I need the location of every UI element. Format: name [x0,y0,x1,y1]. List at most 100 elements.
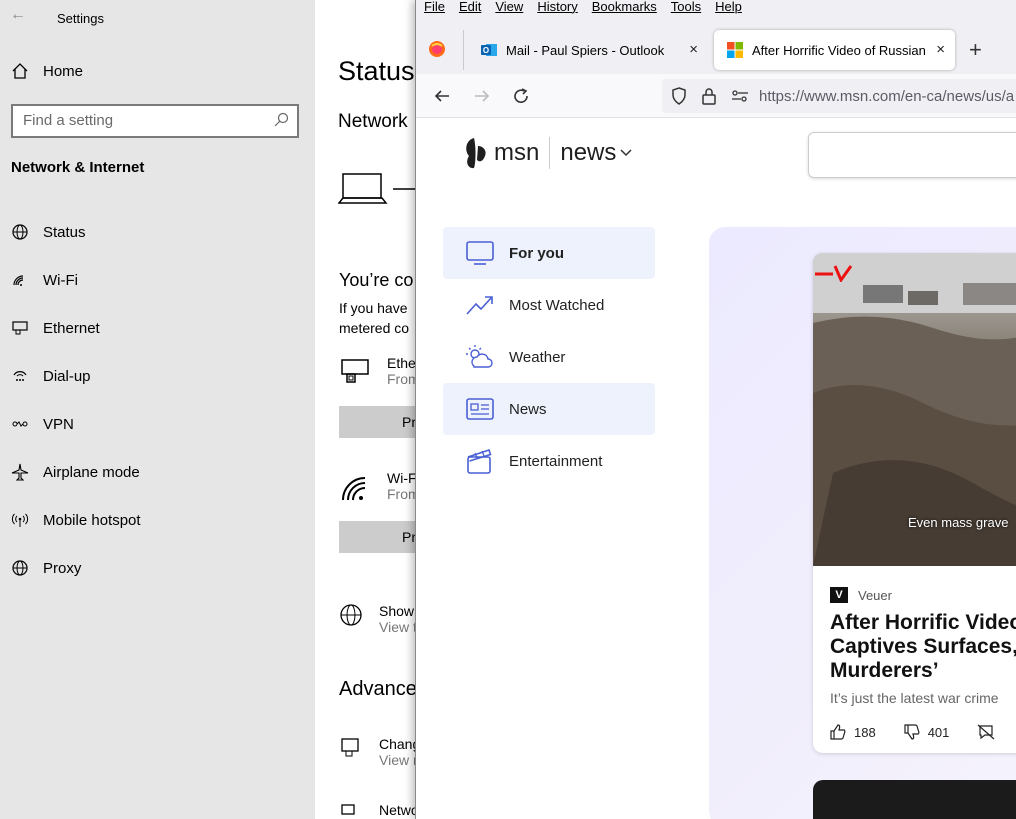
tab-msn-article[interactable]: After Horrific Video of Russian × [714,30,955,70]
home-nav-item[interactable]: Home [11,62,83,80]
monitor-icon [466,241,494,265]
network-sharing-link[interactable]: Netwo [339,802,419,819]
outlook-icon: O [481,44,497,56]
feed-nav-label: Most Watched [509,296,605,314]
network-icon [341,804,355,815]
menu-history[interactable]: History [537,0,577,14]
globe-icon [12,560,28,576]
metered-line2: metered co [339,320,410,336]
metered-line1: If you have [339,300,408,316]
nav-proxy[interactable]: Proxy [11,544,311,592]
title-line: After Horrific Video [830,611,1016,634]
feed-nav-entertainment[interactable]: Entertainment [443,435,655,487]
feed-nav-most-watched[interactable]: Most Watched [443,279,655,331]
nav-dialup[interactable]: Dial-up [11,352,311,400]
back-arrow-icon[interactable]: ← [10,6,26,24]
close-tab-icon[interactable]: × [936,41,945,58]
change-adapter-link[interactable]: Chang View n [339,736,421,768]
connected-heading: You’re co [339,270,414,290]
find-setting-input[interactable]: Find a setting [11,104,299,138]
menu-edit[interactable]: Edit [459,0,481,14]
back-icon[interactable] [433,87,451,105]
nav-hotspot[interactable]: Mobile hotspot [11,496,311,544]
nav-label: Dial-up [43,367,91,385]
menu-bookmarks[interactable]: Bookmarks [592,0,657,14]
new-tab-button[interactable]: + [969,37,982,63]
veuer-watermark-icon [815,265,853,282]
home-icon [12,63,28,79]
section-name[interactable]: news [560,139,616,167]
article-title[interactable]: After Horrific Video Captives Surfaces, … [830,611,1016,683]
menu-tools[interactable]: Tools [671,0,701,14]
menu-help[interactable]: Help [715,0,742,14]
nav-wifi[interactable]: Wi-Fi [11,256,311,304]
ethernet-connection: Ethe From [339,355,420,387]
tab-strip: O Mail - Paul Spiers - Outlook × After H… [416,14,1016,74]
feed-nav-for-you[interactable]: For you [443,227,655,279]
search-icon[interactable] [273,112,289,128]
lock-icon[interactable] [701,87,717,105]
thumbs-up-icon[interactable] [830,724,846,740]
forward-icon[interactable] [473,87,491,105]
msn-page: msn news For you Most Watched Weather Ne… [416,118,1016,819]
navigation-toolbar: https://www.msn.com/en-ca/news/us/a [416,74,1016,118]
permissions-icon[interactable] [731,89,749,103]
news-card[interactable]: Even mass grave V Veuer After Horrific V… [813,253,1016,753]
nav-label: Proxy [43,559,82,577]
feed-nav: For you Most Watched Weather News Entert… [443,227,655,487]
newspaper-icon [466,398,494,420]
article-description: It’s just the latest war crime [830,690,999,706]
chevron-down-icon[interactable] [620,149,632,157]
feed-nav-label: Entertainment [509,452,603,470]
nav-label: VPN [43,415,74,433]
url-bar[interactable]: https://www.msn.com/en-ca/news/us/a [662,79,1016,113]
image-caption: Even mass grave [908,515,1009,530]
laptop-icon [337,173,418,204]
firefox-view-icon[interactable] [428,40,446,58]
vpn-icon [12,421,28,427]
nav-vpn[interactable]: VPN [11,400,311,448]
weather-icon [466,345,493,368]
title-line: Murderers’ [830,659,939,682]
shield-icon[interactable] [671,87,687,105]
home-label: Home [43,62,84,80]
menu-file[interactable]: File [424,0,445,14]
trending-icon [466,296,493,315]
like-count: 188 [854,724,876,740]
nav-label: Wi-Fi [43,271,78,289]
settings-sidebar: ← Settings Home Find a setting Network &… [0,0,315,819]
reload-icon[interactable] [512,87,530,105]
source-name: Veuer [858,587,892,603]
comment-off-icon[interactable] [977,724,995,740]
settings-window-title: Settings [57,11,104,26]
nav-label: Airplane mode [43,463,140,481]
article-image[interactable]: Even mass grave [813,253,1016,566]
search-input[interactable] [808,132,1016,178]
firefox-window: File Edit View History Bookmarks Tools H… [415,0,1016,819]
nav-airplane[interactable]: Airplane mode [11,448,311,496]
show-title: Show [379,603,415,619]
tab-title: Mail - Paul Spiers - Outlook [506,42,665,58]
feed-nav-news[interactable]: News [443,383,655,435]
network-title: Netwo [379,802,419,818]
url-text[interactable]: https://www.msn.com/en-ca/news/us/a [759,88,1014,105]
nav-status[interactable]: Status [11,208,311,256]
nav-ethernet[interactable]: Ethernet [11,304,311,352]
title-line: Captives Surfaces, Z [830,635,1016,658]
show-sub: View t [379,619,417,635]
menu-view[interactable]: View [495,0,523,14]
microsoft-icon [727,42,743,58]
tab-outlook[interactable]: O Mail - Paul Spiers - Outlook × [468,30,708,70]
msn-logo[interactable]: msn news [462,136,632,170]
adapter-icon [341,738,359,757]
show-networks-link[interactable]: Show View t [339,603,417,635]
thumbs-down-icon[interactable] [904,724,920,740]
nav-label: Mobile hotspot [43,511,141,529]
ethernet-icon [341,359,369,383]
article-source[interactable]: V Veuer [830,587,892,603]
feed-nav-weather[interactable]: Weather [443,331,655,383]
news-card-next[interactable] [813,780,1016,819]
butterfly-icon [466,138,486,169]
page-title: Status [338,56,415,86]
close-tab-icon[interactable]: × [689,41,698,58]
